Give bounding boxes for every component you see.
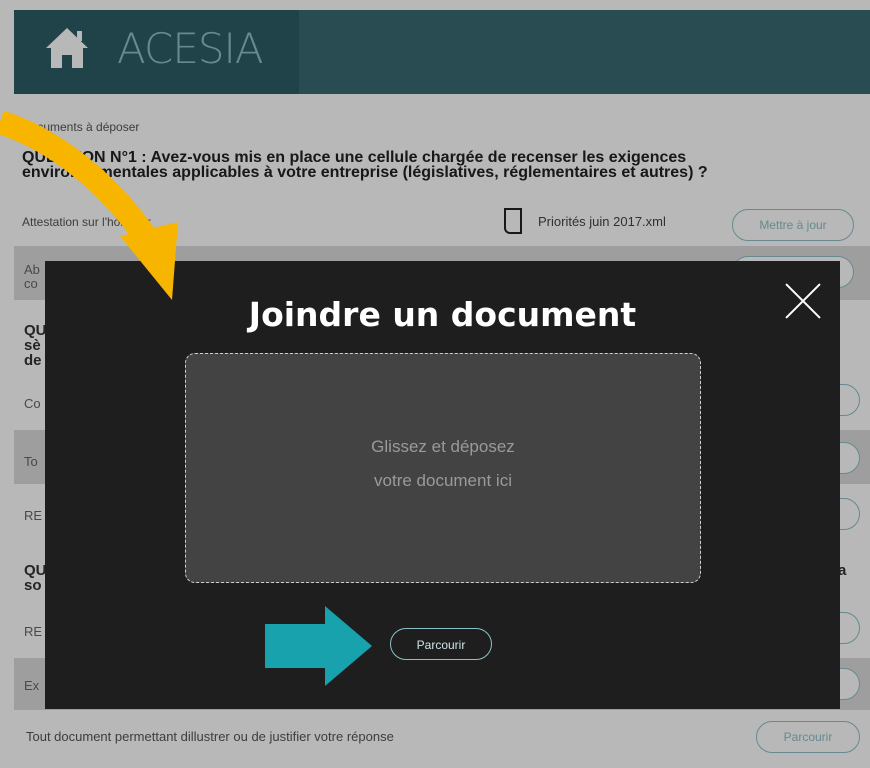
modal-title: Joindre un document: [248, 295, 637, 334]
attach-document-modal: Joindre un document Glissez et déposez v…: [45, 261, 840, 709]
browse-button[interactable]: Parcourir: [390, 628, 492, 660]
file-dropzone[interactable]: Glissez et déposez votre document ici: [185, 353, 701, 583]
close-icon[interactable]: [783, 281, 823, 321]
dropzone-text: Glissez et déposez votre document ici: [371, 437, 515, 490]
